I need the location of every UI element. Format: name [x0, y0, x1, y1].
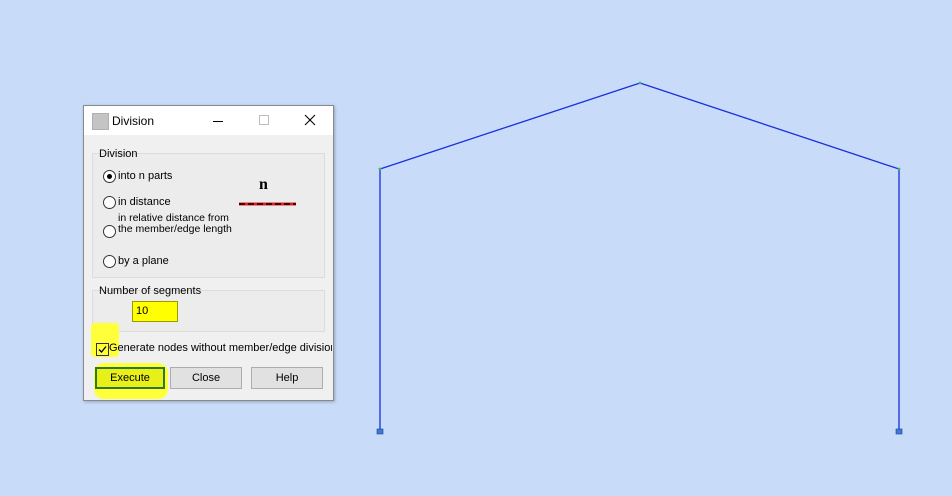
execute-button[interactable]: Execute [95, 367, 165, 389]
help-button[interactable]: Help [251, 367, 323, 389]
dialog-titlebar[interactable]: Division [84, 106, 333, 135]
node [378, 167, 382, 171]
minimize-button[interactable] [195, 106, 241, 135]
division-illustration [239, 202, 296, 206]
maximize-icon [259, 115, 269, 125]
support-icon [895, 428, 903, 435]
division-group-label: Division [99, 148, 138, 160]
option-label: by a plane [118, 255, 169, 267]
checkmark-icon [98, 346, 107, 353]
minimize-icon [213, 121, 223, 122]
illustration-label: n [259, 176, 268, 193]
close-window-button[interactable] [287, 106, 333, 135]
radio-icon[interactable] [103, 196, 116, 209]
support-icon [376, 428, 384, 435]
node [897, 167, 901, 171]
radio-icon[interactable] [103, 170, 116, 183]
generate-nodes-label: Generate nodes without member/edge divis… [109, 342, 332, 354]
generate-nodes-checkbox[interactable] [96, 343, 109, 356]
close-button[interactable]: Close [170, 367, 242, 389]
node [638, 81, 642, 85]
radio-icon[interactable] [103, 225, 116, 238]
segments-input[interactable]: 10 [132, 301, 178, 322]
radio-icon[interactable] [103, 255, 116, 268]
close-icon [304, 114, 316, 126]
segments-group-label: Number of segments [99, 285, 202, 297]
app-icon [92, 113, 109, 130]
option-label: in distance [118, 196, 171, 208]
maximize-button[interactable] [241, 106, 287, 135]
division-dialog: Division Division into n parts in distan… [83, 105, 334, 401]
option-label: in relative distance from the member/edg… [118, 213, 232, 235]
dialog-title: Division [112, 114, 155, 128]
option-label: into n parts [118, 170, 173, 182]
